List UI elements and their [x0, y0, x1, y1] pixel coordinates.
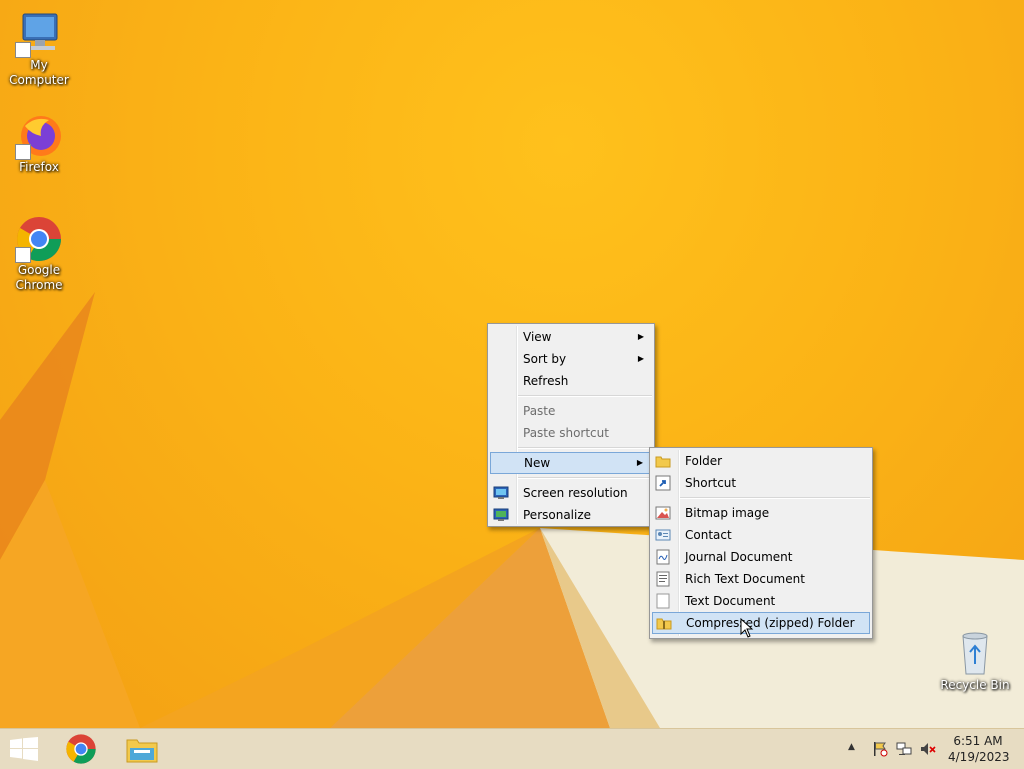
shortcut-arrow-icon: [15, 42, 31, 58]
firefox-icon: [15, 112, 63, 160]
menu-item-label: Refresh: [523, 374, 569, 388]
menu-item-label: Journal Document: [685, 550, 793, 564]
menu-item-paste-shortcut: Paste shortcut: [490, 422, 652, 444]
new-submenu: Folder Shortcut Bitmap image Contact Jou…: [649, 447, 873, 639]
submenu-item-folder[interactable]: Folder: [652, 450, 870, 472]
mouse-cursor-icon: [740, 618, 754, 638]
submenu-item-compressed-folder[interactable]: Compressed (zipped) Folder: [652, 612, 870, 634]
computer-icon: [15, 10, 63, 58]
menu-item-label: Screen resolution: [523, 486, 628, 500]
menu-item-label: Compressed (zipped) Folder: [686, 616, 855, 630]
zip-folder-icon: [656, 615, 672, 631]
windows-logo-icon: [10, 737, 38, 761]
menu-item-label: Paste shortcut: [523, 426, 609, 440]
personalize-icon: [493, 507, 509, 523]
taskbar-chrome-button[interactable]: [54, 729, 110, 769]
network-icon[interactable]: [896, 741, 912, 757]
desktop-icon-firefox[interactable]: Firefox: [0, 112, 78, 175]
submenu-item-bitmap-image[interactable]: Bitmap image: [652, 502, 870, 524]
desktop-context-menu: View ▶ Sort by ▶ Refresh Paste Paste sho…: [487, 323, 655, 527]
menu-item-label: View: [523, 330, 552, 344]
clock-time: 6:51 AM: [953, 734, 1003, 748]
menu-item-screen-resolution[interactable]: Screen resolution: [490, 482, 652, 504]
menu-item-label: Bitmap image: [685, 506, 770, 520]
submenu-item-contact[interactable]: Contact: [652, 524, 870, 546]
recycle-bin-icon: [951, 630, 999, 678]
show-hidden-icons-chevron-icon[interactable]: ▲: [848, 742, 864, 758]
menu-item-refresh[interactable]: Refresh: [490, 370, 652, 392]
menu-item-label: Shortcut: [685, 476, 737, 490]
taskbar: ▲ 6:51 AM 4/19/2023: [0, 728, 1024, 769]
menu-separator: [518, 395, 652, 397]
menu-item-personalize[interactable]: Personalize: [490, 504, 652, 526]
menu-item-label: Sort by: [523, 352, 567, 366]
desktop-icon-label: Google Chrome: [15, 263, 63, 292]
submenu-item-text-document[interactable]: Text Document: [652, 590, 870, 612]
menu-item-sort-by[interactable]: Sort by ▶: [490, 348, 652, 370]
shortcut-arrow-icon: [15, 144, 31, 160]
clock-date: 4/19/2023: [948, 750, 1010, 764]
menu-item-label: New: [524, 456, 551, 470]
menu-item-label: Text Document: [685, 594, 776, 608]
start-button[interactable]: [0, 729, 56, 769]
desktop-icon-my-computer[interactable]: My Computer: [0, 10, 78, 88]
desktop-icon-label: Recycle Bin: [940, 678, 1010, 692]
chrome-icon: [15, 215, 63, 263]
menu-item-label: Paste: [523, 404, 556, 418]
file-explorer-icon: [126, 739, 158, 763]
menu-item-view[interactable]: View ▶: [490, 326, 652, 348]
menu-separator: [518, 477, 652, 479]
submenu-item-shortcut[interactable]: Shortcut: [652, 472, 870, 494]
menu-item-label: Personalize: [523, 508, 592, 522]
chrome-icon: [66, 734, 96, 764]
shortcut-icon: [655, 475, 671, 491]
submenu-item-journal-document[interactable]: Journal Document: [652, 546, 870, 568]
submenu-arrow-icon: ▶: [637, 354, 644, 363]
shortcut-arrow-icon: [15, 247, 31, 263]
submenu-item-rich-text-document[interactable]: Rich Text Document: [652, 568, 870, 590]
action-center-flag-icon[interactable]: [872, 741, 888, 757]
clock[interactable]: 6:51 AM 4/19/2023: [948, 733, 1010, 765]
journal-document-icon: [655, 549, 671, 565]
volume-muted-icon[interactable]: [920, 741, 936, 757]
contact-icon: [655, 527, 671, 543]
menu-item-label: Contact: [685, 528, 732, 542]
menu-item-label: Folder: [685, 454, 723, 468]
menu-item-label: Rich Text Document: [685, 572, 805, 586]
desktop-icon-recycle-bin[interactable]: Recycle Bin: [936, 630, 1014, 693]
rich-text-document-icon: [655, 571, 671, 587]
menu-item-new[interactable]: New ▶: [490, 452, 652, 474]
menu-item-paste: Paste: [490, 400, 652, 422]
desktop-icon-label: Firefox: [19, 160, 59, 174]
desktop-icon-google-chrome[interactable]: Google Chrome: [0, 215, 78, 293]
monitor-icon: [493, 485, 509, 501]
menu-separator: [518, 447, 652, 449]
text-document-icon: [655, 593, 671, 609]
submenu-arrow-icon: ▶: [637, 332, 644, 341]
desktop-icon-label: My Computer: [9, 58, 69, 87]
taskbar-file-explorer-button[interactable]: [114, 729, 170, 769]
bitmap-image-icon: [655, 505, 671, 521]
submenu-arrow-icon: ▶: [636, 458, 643, 467]
menu-separator: [680, 497, 870, 499]
system-tray: ▲ 6:51 AM 4/19/2023: [824, 729, 1024, 769]
folder-icon: [655, 453, 671, 469]
